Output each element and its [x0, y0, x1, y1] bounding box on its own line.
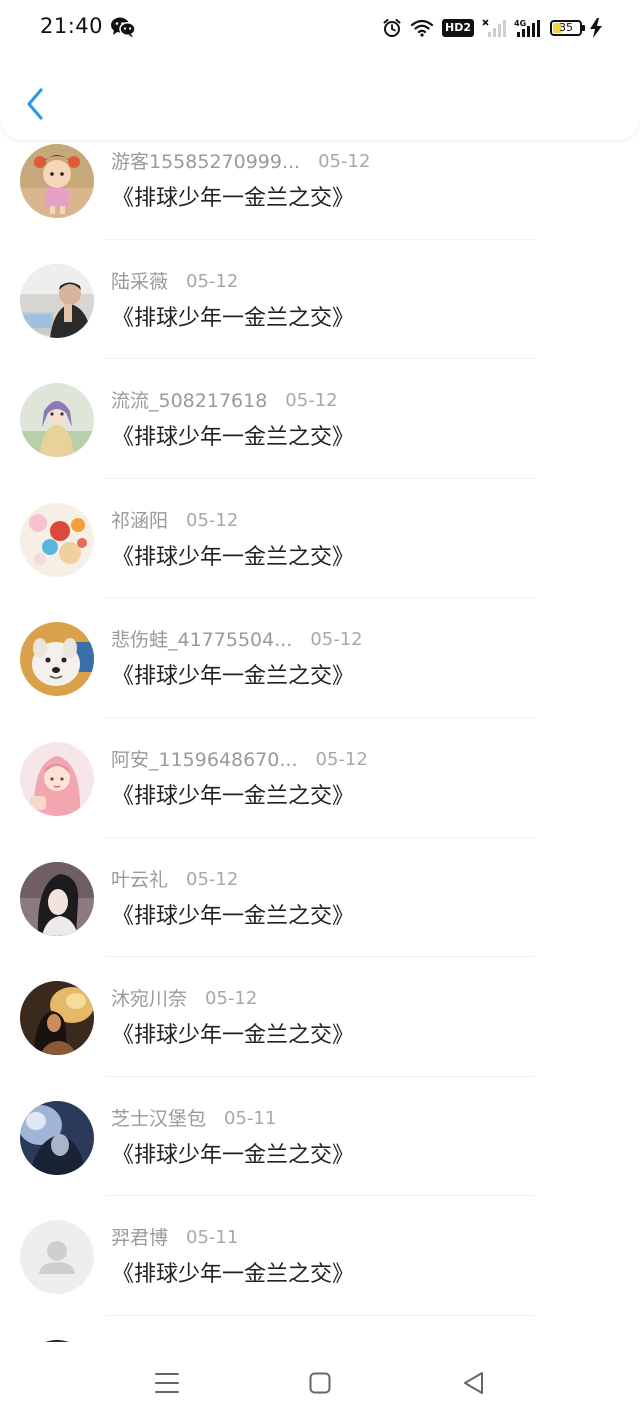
alarm-icon: [382, 18, 402, 38]
item-title[interactable]: 《排球少年一金兰之交》: [112, 1141, 354, 1171]
name-line: 羿君博 05-11: [111, 1226, 238, 1250]
list-item[interactable]: 羿君博 05-11 《排球少年一金兰之交》: [0, 1196, 640, 1316]
item-date: 05-11: [224, 1107, 277, 1129]
avatar[interactable]: [20, 502, 94, 577]
chevron-left-icon: [27, 88, 43, 120]
avatar[interactable]: [20, 1220, 94, 1295]
svg-text:4G: 4G: [514, 19, 526, 28]
item-title[interactable]: 《排球少年一金兰之交》: [112, 1021, 354, 1051]
battery-indicator: 35: [550, 20, 585, 36]
item-date: 05-12: [285, 390, 338, 412]
name-line: 游客15585270999... 05-12: [111, 150, 370, 174]
avatar[interactable]: [20, 981, 94, 1056]
back-button[interactable]: [18, 82, 52, 126]
item-title[interactable]: 《排球少年一金兰之交》: [112, 304, 354, 334]
list-item[interactable]: [0, 1316, 640, 1342]
status-time: 21:40: [40, 14, 104, 38]
name-line: 流流_508217618 05-12: [111, 389, 338, 413]
list-item[interactable]: 祁涵阳 05-12 《排球少年一金兰之交》: [0, 479, 640, 599]
item-date: 05-12: [315, 748, 368, 770]
item-title[interactable]: 《排球少年一金兰之交》: [112, 782, 354, 812]
name-line: 陆采薇 05-12: [111, 270, 238, 294]
home-square-icon: [309, 1372, 331, 1394]
charging-icon: [590, 18, 602, 38]
name-line: 芝士汉堡包 05-11: [111, 1107, 276, 1131]
recent-apps-button[interactable]: [152, 1368, 182, 1398]
avatar[interactable]: [20, 622, 94, 697]
comment-list[interactable]: 游客15585270999... 05-12 《排球少年一金兰之交》 陆采薇 05-…: [0, 120, 640, 1342]
user-name[interactable]: 祁涵阳: [111, 509, 168, 533]
status-bar: 21:40 HD2 4G 35: [0, 0, 640, 56]
list-item[interactable]: 流流_508217618 05-12 《排球少年一金兰之交》: [0, 359, 640, 479]
default-user-icon: [20, 1220, 94, 1295]
avatar[interactable]: [20, 861, 94, 936]
item-title[interactable]: 《排球少年一金兰之交》: [112, 423, 354, 453]
back-nav-button[interactable]: [458, 1368, 488, 1398]
battery-text: 35: [559, 21, 573, 34]
name-line: 阿安_1159648670... 05-12: [111, 748, 368, 772]
item-date: 05-12: [318, 151, 371, 172]
home-button[interactable]: [305, 1368, 335, 1398]
avatar[interactable]: [20, 383, 94, 458]
signal-4g-icon: 4G: [514, 18, 542, 38]
menu-icon: [155, 1373, 179, 1393]
avatar[interactable]: [20, 263, 94, 338]
name-line: 沐宛川奈 05-12: [111, 987, 257, 1011]
status-icons: HD2 4G 35: [382, 16, 602, 40]
user-name[interactable]: 羿君博: [111, 1226, 168, 1250]
item-date: 05-12: [205, 988, 258, 1010]
item-title[interactable]: 《排球少年一金兰之交》: [112, 662, 354, 692]
avatar[interactable]: [20, 741, 94, 816]
list-item[interactable]: 陆采薇 05-12 《排球少年一金兰之交》: [0, 240, 640, 360]
item-date: 05-12: [186, 868, 239, 890]
user-name[interactable]: 叶云礼: [111, 868, 168, 892]
list-item[interactable]: 叶云礼 05-12 《排球少年一金兰之交》: [0, 838, 640, 958]
list-item[interactable]: 芝士汉堡包 05-11 《排球少年一金兰之交》: [0, 1077, 640, 1197]
name-line: 悲伤蛙_41775504... 05-12: [111, 628, 363, 652]
user-name[interactable]: 陆采薇: [111, 270, 168, 294]
item-date: 05-11: [186, 1227, 239, 1249]
avatar[interactable]: [20, 144, 94, 218]
navigation-bar: [0, 1342, 640, 1422]
list-item[interactable]: 沐宛川奈 05-12 《排球少年一金兰之交》: [0, 957, 640, 1077]
item-title[interactable]: 《排球少年一金兰之交》: [112, 1260, 354, 1290]
item-date: 05-12: [186, 509, 239, 531]
item-title[interactable]: 《排球少年一金兰之交》: [112, 184, 354, 214]
user-name[interactable]: 流流_508217618: [111, 389, 267, 413]
user-name[interactable]: 阿安_1159648670...: [111, 748, 298, 772]
user-name[interactable]: 游客15585270999...: [111, 150, 300, 174]
wechat-icon: [110, 16, 136, 38]
user-name[interactable]: 沐宛川奈: [111, 987, 187, 1011]
item-date: 05-12: [310, 629, 363, 651]
back-triangle-icon: [464, 1372, 483, 1394]
wifi-icon: [410, 18, 434, 38]
hd-badge: HD2: [442, 19, 474, 37]
list-item[interactable]: 阿安_1159648670... 05-12 《排球少年一金兰之交》: [0, 718, 640, 838]
item-date: 05-12: [186, 270, 239, 292]
battery-tip: [582, 25, 585, 31]
item-title[interactable]: 《排球少年一金兰之交》: [112, 902, 354, 932]
name-line: 祁涵阳 05-12: [111, 509, 238, 533]
user-name[interactable]: 悲伤蛙_41775504...: [111, 628, 292, 652]
signal-off-icon: [482, 18, 506, 38]
name-line: 叶云礼 05-12: [111, 868, 238, 892]
avatar[interactable]: [20, 1100, 94, 1175]
user-name[interactable]: 芝士汉堡包: [111, 1107, 206, 1131]
item-title[interactable]: 《排球少年一金兰之交》: [112, 543, 354, 573]
list-item[interactable]: 悲伤蛙_41775504... 05-12 《排球少年一金兰之交》: [0, 598, 640, 718]
